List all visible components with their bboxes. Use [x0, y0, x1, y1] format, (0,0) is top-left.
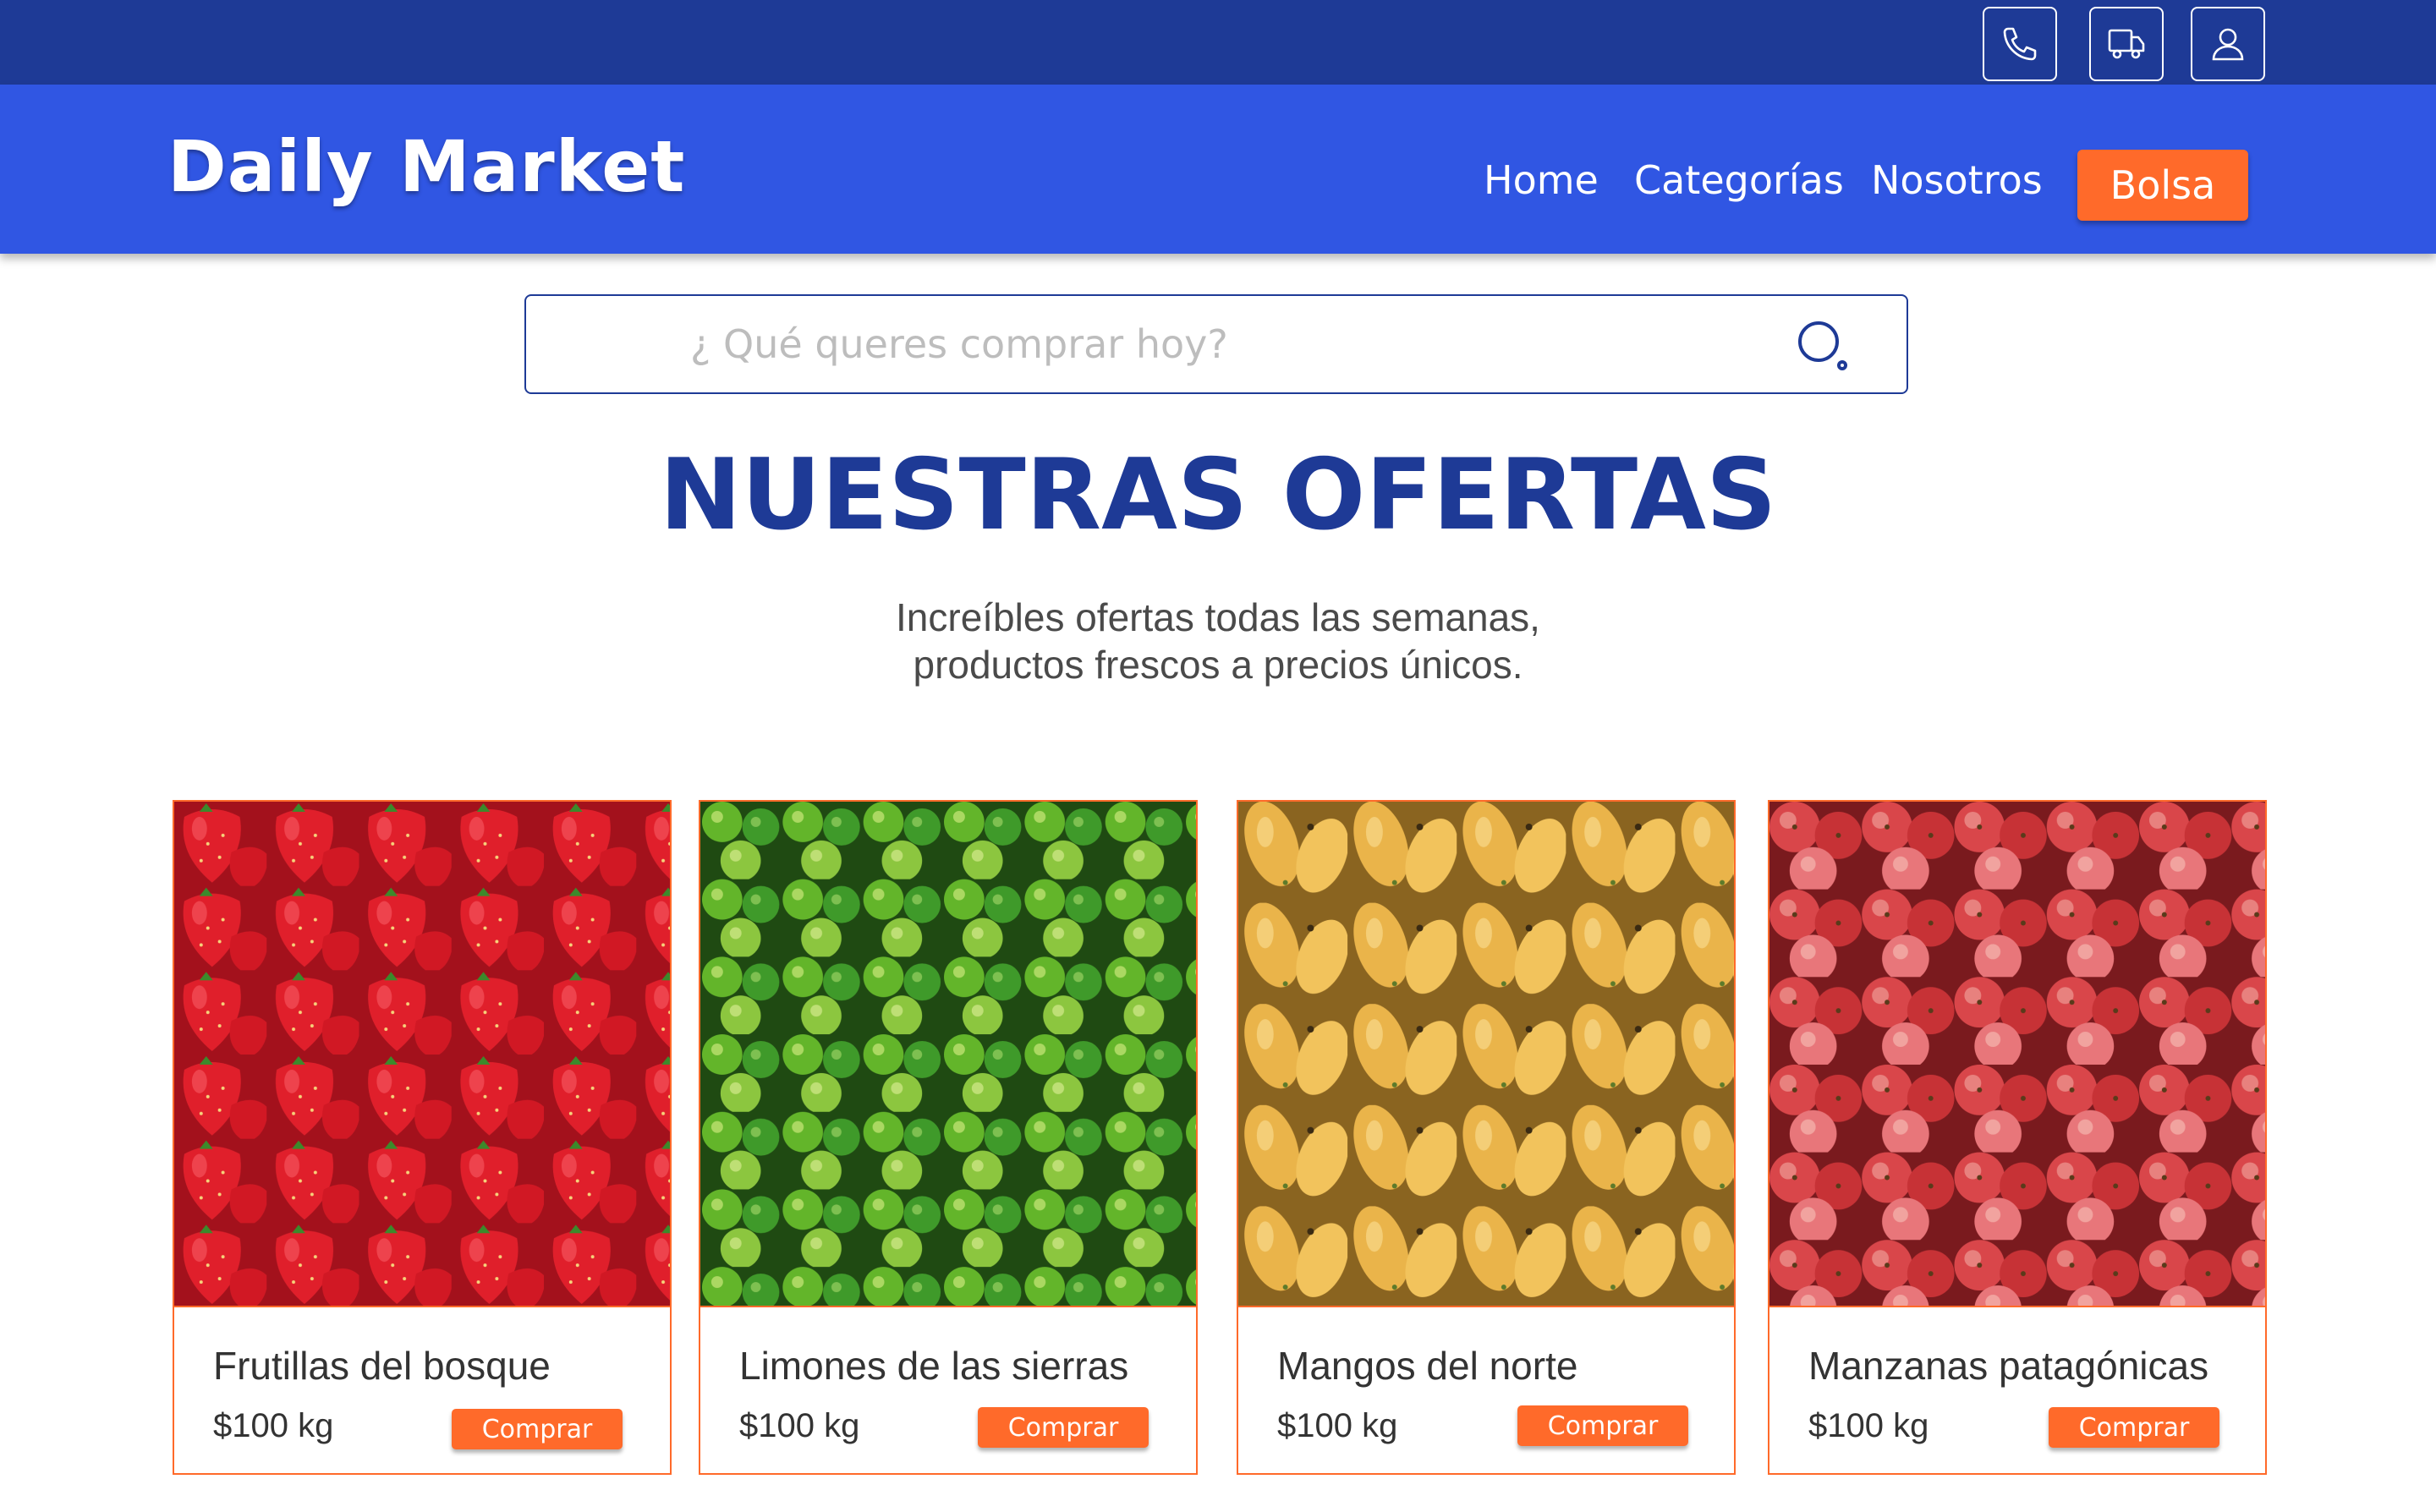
buy-button[interactable]: Comprar: [1517, 1405, 1688, 1446]
user-icon[interactable]: [2191, 7, 2265, 81]
buy-button[interactable]: Comprar: [2049, 1407, 2219, 1448]
truck-icon[interactable]: [2089, 7, 2164, 81]
search-input[interactable]: [526, 296, 1795, 392]
section-subtitle: Increíbles ofertas todas las semanas, pr…: [0, 594, 2436, 688]
buy-button[interactable]: Comprar: [452, 1409, 623, 1449]
product-name: Mangos del norte: [1277, 1344, 1578, 1388]
product-card-limones: Limones de las sierras $100 kg Comprar: [699, 800, 1198, 1475]
product-card-mangos: Mangos del norte $100 kg Comprar: [1237, 800, 1736, 1475]
site-logo[interactable]: Daily Market: [167, 125, 685, 208]
top-utility-bar: [0, 0, 2436, 85]
buy-button[interactable]: Comprar: [978, 1407, 1149, 1448]
product-name: Limones de las sierras: [739, 1344, 1129, 1388]
product-price: $100 kg: [739, 1407, 860, 1444]
product-image-strawberries: [174, 802, 670, 1307]
product-price: $100 kg: [1277, 1407, 1398, 1444]
product-name: Frutillas del bosque: [213, 1344, 551, 1388]
product-card-frutillas: Frutillas del bosque $100 kg Comprar: [173, 800, 672, 1475]
product-image-mangoes: [1238, 802, 1734, 1307]
nav-nosotros[interactable]: Nosotros: [1871, 157, 2043, 203]
nav-home[interactable]: Home: [1484, 157, 1599, 203]
bag-button[interactable]: Bolsa: [2077, 150, 2248, 221]
search-icon[interactable]: [1791, 315, 1852, 375]
product-name: Manzanas patagónicas: [1808, 1344, 2209, 1388]
search-bar: [524, 294, 1908, 394]
product-price: $100 kg: [213, 1407, 334, 1444]
product-image-apples: [1769, 802, 2265, 1307]
product-price: $100 kg: [1808, 1407, 1929, 1444]
subtitle-line-2: productos frescos a precios únicos.: [913, 643, 1523, 687]
product-card-manzanas: Manzanas patagónicas $100 kg Comprar: [1768, 800, 2267, 1475]
section-title: NUESTRAS OFERTAS: [659, 438, 1777, 552]
nav-categorias[interactable]: Categorías: [1634, 157, 1844, 203]
phone-icon[interactable]: [1983, 7, 2057, 81]
subtitle-line-1: Increíbles ofertas todas las semanas,: [896, 595, 1540, 639]
main-header: Daily Market Home Categorías Nosotros Bo…: [0, 85, 2436, 254]
product-image-limes: [700, 802, 1196, 1307]
